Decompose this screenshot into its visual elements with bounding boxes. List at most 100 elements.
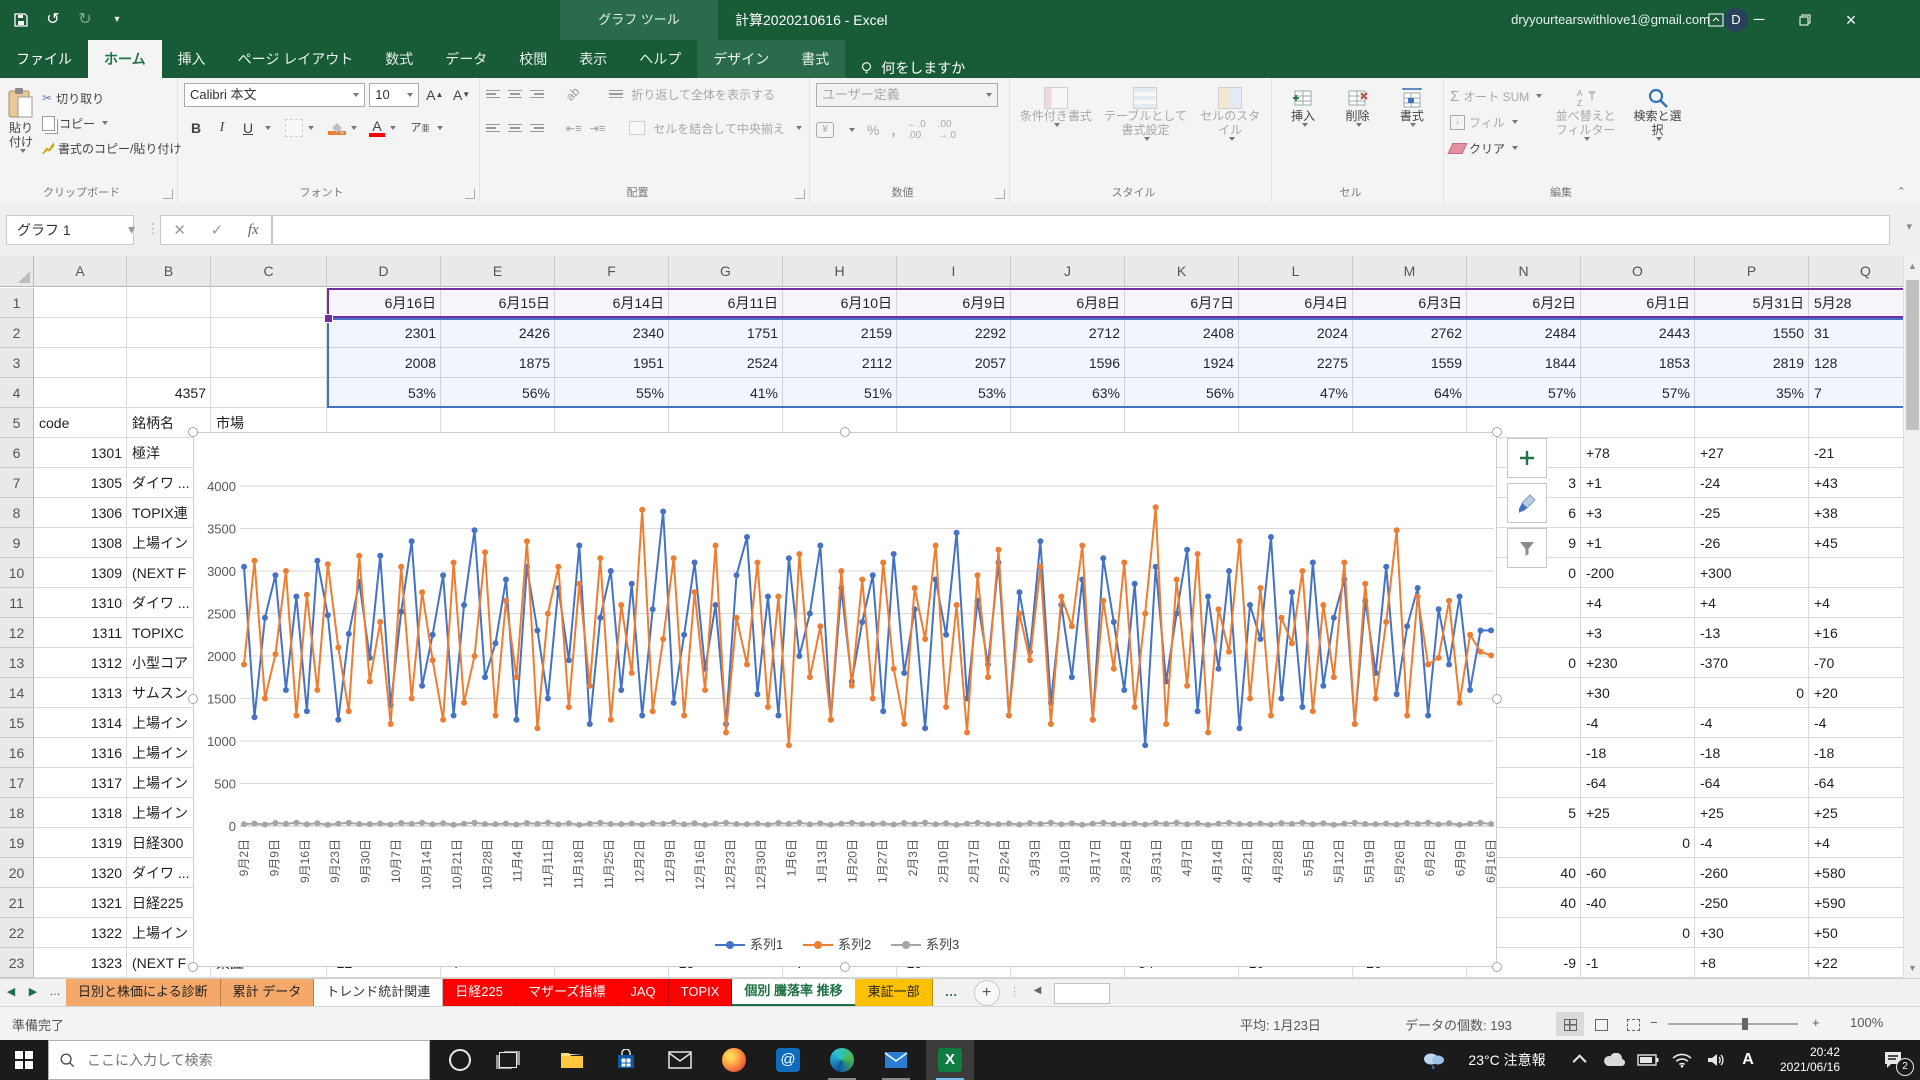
row-header-5[interactable]: 5 [0,408,34,438]
cell-O21[interactable]: -40 [1581,888,1695,918]
restore-button[interactable] [1782,0,1828,40]
row-header-4[interactable]: 4 [0,378,34,408]
column-header-Q[interactable]: Q [1809,256,1903,287]
cell-P16[interactable]: -18 [1695,738,1809,768]
zoom-in-button[interactable]: + [1812,1015,1820,1030]
wrap-text-icon[interactable] [609,88,623,101]
cell-O12[interactable]: +3 [1581,618,1695,648]
taskbar-app-edge[interactable] [818,1040,866,1080]
cell-P13[interactable]: -370 [1695,648,1809,678]
account-email[interactable]: dryyourtearswithlove1@gmail.com [1511,0,1710,40]
category-range-highlight[interactable] [327,288,1903,318]
sheet-tab-1[interactable]: 日別と株価による診断 [66,979,221,1007]
row-header-17[interactable]: 17 [0,768,34,798]
series-系列3[interactable] [241,820,1494,828]
tab-insert[interactable]: 挿入 [162,40,222,78]
find-select-button[interactable]: 検索と選択 [1629,83,1686,159]
row-header-2[interactable]: 2 [0,318,34,348]
column-header-N[interactable]: N [1467,256,1581,287]
column-header-A[interactable]: A [34,256,127,287]
next-sheet-icon[interactable]: ▶ [22,979,44,1007]
column-header-E[interactable]: E [441,256,555,287]
namebox-dropdown-icon[interactable]: ▾ [128,215,135,243]
cell-Q8[interactable]: +38 [1809,498,1903,528]
font-name-select[interactable]: Calibri 本文 [184,83,365,107]
align-middle-icon[interactable] [508,88,522,101]
cell-Q15[interactable]: -4 [1809,708,1903,738]
row-header-6[interactable]: 6 [0,438,34,468]
values-range-highlight[interactable] [327,318,1903,408]
cell-O20[interactable]: -60 [1581,858,1695,888]
hidden-icons-chevron[interactable] [1568,1040,1594,1080]
more-sheets-left-icon[interactable]: … [44,979,66,1007]
tab-home[interactable]: ホーム [88,40,162,78]
align-bottom-icon[interactable] [530,88,544,101]
cell-O7[interactable]: +1 [1581,468,1695,498]
vertical-scroll-thumb[interactable] [1906,280,1919,430]
wifi-icon[interactable] [1666,1040,1698,1080]
taskbar-app-mail-2[interactable] [872,1040,920,1080]
taskbar-app-file-explorer[interactable] [548,1040,596,1080]
volume-icon[interactable] [1700,1040,1732,1080]
cell-A9[interactable]: 1308 [34,528,127,558]
cell-A22[interactable]: 1322 [34,918,127,948]
cell-P14[interactable]: 0 [1695,678,1809,708]
page-break-view-button[interactable] [1619,1012,1647,1036]
cell-O11[interactable]: +4 [1581,588,1695,618]
name-box[interactable]: グラフ 1 [6,215,134,245]
cell-Q6[interactable]: -21 [1809,438,1903,468]
taskbar-app-excel[interactable]: X [926,1040,974,1080]
alignment-dialog-launcher[interactable] [795,189,805,199]
cell-O9[interactable]: +1 [1581,528,1695,558]
column-header-O[interactable]: O [1581,256,1695,287]
sheet-tab-8[interactable]: 個別 騰落率 推移 [732,979,855,1007]
cell-Q14[interactable]: +20 [1809,678,1903,708]
tell-me-box[interactable]: 何をしますか [845,58,979,78]
orientation-icon[interactable]: ab [563,84,582,103]
cell-O18[interactable]: +25 [1581,798,1695,828]
row-header-16[interactable]: 16 [0,738,34,768]
sheet-tab-9[interactable]: 東証一部 [856,979,933,1007]
chart-resize-handle-sw[interactable] [188,962,198,972]
cell-P23[interactable]: +8 [1695,948,1809,978]
undo-icon[interactable]: ↺ [40,8,66,32]
page-layout-view-button[interactable] [1588,1012,1616,1036]
vertical-scrollbar[interactable]: ▲ ▼ [1903,256,1920,978]
clipboard-dialog-launcher[interactable] [163,189,173,199]
select-all-corner[interactable] [0,256,34,287]
taskbar-app-firefox[interactable] [710,1040,758,1080]
cell-O22[interactable]: 0 [1581,918,1695,948]
cell-Q19[interactable]: +4 [1809,828,1903,858]
scroll-left-icon[interactable]: ◀ [1034,985,1042,996]
clear-button[interactable]: クリア [1450,137,1542,159]
chart-resize-handle-w[interactable] [188,694,198,704]
sheet-tab-7[interactable]: TOPIX [669,979,733,1007]
font-color-button[interactable]: A [369,120,385,137]
row-header-11[interactable]: 11 [0,588,34,618]
column-header-D[interactable]: D [327,256,441,287]
align-left-icon[interactable] [486,122,500,135]
column-header-M[interactable]: M [1353,256,1467,287]
cell-P20[interactable]: -260 [1695,858,1809,888]
minimize-button[interactable]: ─ [1736,0,1782,40]
italic-button[interactable]: I [210,117,234,139]
taskbar-app-microsoft-store[interactable] [602,1040,650,1080]
cell-O10[interactable]: -200 [1581,558,1695,588]
cell-A20[interactable]: 1320 [34,858,127,888]
formula-bar-expand-icon[interactable]: ▾ [1906,220,1912,233]
legend-item-系列1[interactable]: 系列1 [715,937,783,952]
chart-resize-handle-ne[interactable] [1492,427,1502,437]
cell-P7[interactable]: -24 [1695,468,1809,498]
sheet-tab-3[interactable]: トレンド統計関連 [314,979,443,1007]
cell-A21[interactable]: 1321 [34,888,127,918]
chart-resize-handle-nw[interactable] [188,427,198,437]
cell-P17[interactable]: -64 [1695,768,1809,798]
zoom-slider[interactable] [1668,1023,1798,1025]
cell-A17[interactable]: 1317 [34,768,127,798]
column-header-P[interactable]: P [1695,256,1809,287]
task-view-button[interactable] [484,1040,532,1080]
delete-cells-button[interactable]: 削除 [1332,83,1382,127]
column-header-G[interactable]: G [669,256,783,287]
column-header-K[interactable]: K [1125,256,1239,287]
formula-input[interactable] [272,215,1890,245]
